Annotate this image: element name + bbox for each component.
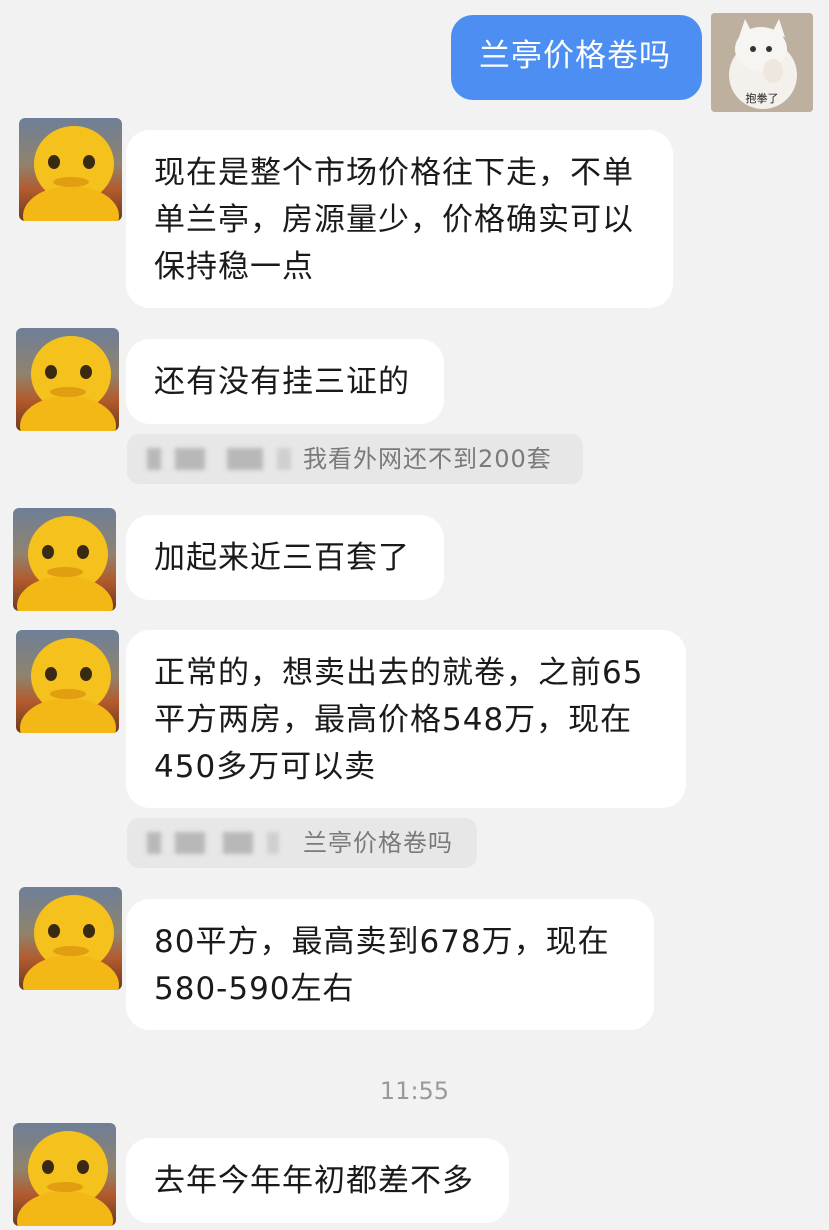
quoted-reply[interactable]: 我看外网还不到200套 <box>127 434 583 484</box>
timestamp: 11:55 <box>379 1077 450 1105</box>
contact-avatar[interactable] <box>19 887 122 990</box>
self-message-text: 兰亭价格卷吗 <box>479 38 671 74</box>
contact-avatar[interactable] <box>13 1123 116 1226</box>
message-text: 现在是整个市场价格往下走，不单单兰亭，房源量少，价格确实可以保持稳一点 <box>154 155 634 285</box>
quoted-text: 我看外网还不到200套 <box>303 445 552 473</box>
contact-avatar[interactable] <box>19 118 122 221</box>
contact-avatar[interactable] <box>13 508 116 611</box>
message-text: 80平方，最高卖到678万，现在580-590左右 <box>154 924 610 1007</box>
self-message-bubble[interactable]: 兰亭价格卷吗 <box>451 15 702 100</box>
message-bubble[interactable]: 加起来近三百套了 <box>126 515 444 600</box>
message-bubble[interactable]: 现在是整个市场价格往下走，不单单兰亭，房源量少，价格确实可以保持稳一点 <box>126 130 673 308</box>
quoted-text: 兰亭价格卷吗 <box>303 829 453 857</box>
yellow-character-icon <box>17 516 113 611</box>
sticker-caption: 抱拳了 <box>745 92 779 105</box>
yellow-character-icon <box>23 126 119 221</box>
message-text: 正常的，想卖出去的就卷，之前65平方两房，最高价格548万，现在450多万可以卖 <box>154 655 644 785</box>
yellow-character-icon <box>17 1131 113 1226</box>
message-text: 加起来近三百套了 <box>154 540 410 576</box>
message-bubble[interactable]: 80平方，最高卖到678万，现在580-590左右 <box>126 899 654 1030</box>
contact-avatar[interactable] <box>16 630 119 733</box>
self-avatar-sticker[interactable]: 抱拳了 <box>711 13 813 112</box>
message-bubble[interactable]: 还有没有挂三证的 <box>126 339 444 424</box>
message-text: 还有没有挂三证的 <box>154 364 410 400</box>
yellow-character-icon <box>20 638 116 733</box>
message-bubble[interactable]: 去年今年年初都差不多 <box>126 1138 509 1223</box>
yellow-character-icon <box>23 895 119 990</box>
message-text: 去年今年年初都差不多 <box>154 1163 474 1199</box>
message-bubble[interactable]: 正常的，想卖出去的就卷，之前65平方两房，最高价格548万，现在450多万可以卖 <box>126 630 686 808</box>
yellow-character-icon <box>20 336 116 431</box>
contact-avatar[interactable] <box>16 328 119 431</box>
quoted-reply[interactable]: 兰亭价格卷吗 <box>127 818 477 868</box>
